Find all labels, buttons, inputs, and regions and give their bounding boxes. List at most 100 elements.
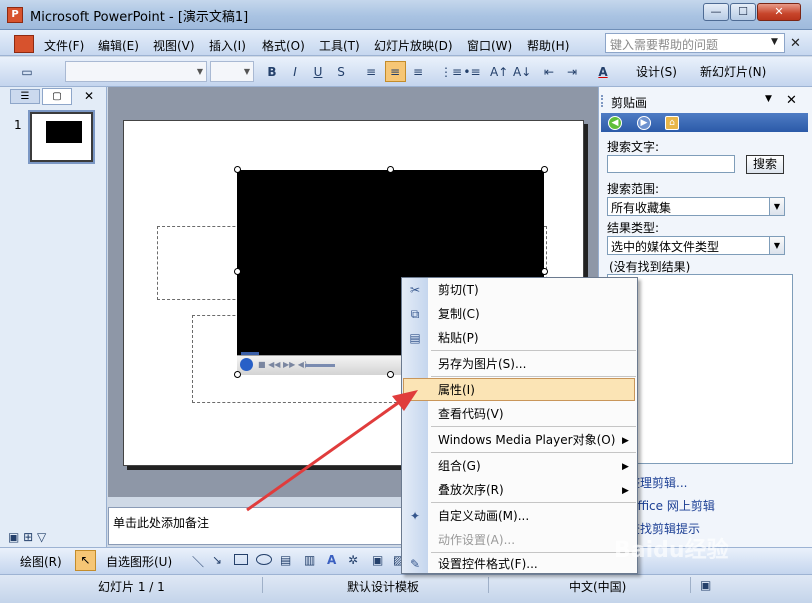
chevron-down-icon[interactable]: ▼ xyxy=(769,198,784,215)
ctx-action-settings: 动作设置(A)... xyxy=(438,533,516,547)
close-window-button[interactable]: ✕ xyxy=(757,3,801,21)
menu-file[interactable]: 文件(F) xyxy=(44,37,84,54)
task-pane-menu-icon[interactable]: ▼ xyxy=(765,94,772,104)
bullets-icon[interactable]: •≡ xyxy=(463,63,481,81)
status-divider xyxy=(488,577,489,593)
menu-separator xyxy=(431,350,636,351)
clipart-search-input[interactable] xyxy=(607,155,735,173)
decrease-indent-icon[interactable]: ⇤ xyxy=(540,63,558,81)
search-text-label: 搜索文字: xyxy=(607,140,660,154)
increase-font-icon[interactable]: A↑ xyxy=(490,63,508,81)
home-icon[interactable]: ⌂ xyxy=(665,116,679,130)
pane-grip[interactable] xyxy=(601,95,607,107)
align-right-icon[interactable]: ≡ xyxy=(409,63,427,81)
seek-bar[interactable] xyxy=(241,352,259,355)
office-online-link[interactable]: Office 网上剪辑 xyxy=(628,497,715,514)
chevron-down-icon[interactable]: ▼ xyxy=(769,237,784,254)
wordart-icon[interactable]: A xyxy=(327,553,336,567)
oval-tool-icon[interactable] xyxy=(256,554,272,565)
decrease-font-icon[interactable]: A↓ xyxy=(513,63,531,81)
powerpoint-app-icon[interactable]: P xyxy=(7,7,23,23)
font-size-combo[interactable]: ▼ xyxy=(210,61,254,82)
outline-tab[interactable]: ☰ xyxy=(10,89,40,104)
result-type-select[interactable]: 选中的媒体文件类型 xyxy=(607,236,785,255)
bold-button[interactable]: B xyxy=(263,63,281,81)
select-objects-button[interactable]: ↖ xyxy=(75,550,96,571)
search-scope-select[interactable]: 所有收藏集 xyxy=(607,197,785,216)
design-template-status: 默认设计模板 xyxy=(347,580,420,594)
resize-handle[interactable] xyxy=(234,268,241,275)
arrow-tool-icon[interactable]: ↘ xyxy=(212,553,222,567)
autoshapes-button[interactable]: 自选图形(U) xyxy=(106,553,172,570)
forward-icon[interactable]: ▶ xyxy=(637,116,651,130)
maximize-button[interactable]: ☐ xyxy=(730,3,756,21)
menu-edit[interactable]: 编辑(E) xyxy=(98,37,139,54)
font-name-combo[interactable]: ▼ xyxy=(65,61,207,82)
menu-help[interactable]: 帮助(H) xyxy=(527,37,569,54)
font-color-button[interactable]: A xyxy=(594,63,612,81)
align-left-icon[interactable]: ≡ xyxy=(362,63,380,81)
back-icon[interactable]: ◀ xyxy=(608,116,622,130)
resize-handle[interactable] xyxy=(541,166,548,173)
ctx-wmp-object[interactable]: Windows Media Player对象(O) xyxy=(429,429,637,451)
play-icon[interactable] xyxy=(240,358,253,371)
ctx-format-control[interactable]: 设置控件格式(F)... xyxy=(429,553,637,575)
shadow-button[interactable]: S xyxy=(332,63,350,81)
task-pane-nav-bar xyxy=(601,113,808,132)
line-tool-icon[interactable]: ＼ xyxy=(192,553,204,570)
new-slide-button[interactable]: 新幻灯片(N) xyxy=(700,63,766,80)
resize-handle[interactable] xyxy=(234,371,241,378)
ctx-paste[interactable]: 粘贴(P) xyxy=(429,327,637,349)
document-close-button[interactable]: ✕ xyxy=(790,36,801,51)
submenu-arrow-icon: ▶ xyxy=(622,462,629,472)
ctx-custom-animation[interactable]: 自定义动画(M)... xyxy=(429,505,637,527)
menu-view[interactable]: 视图(V) xyxy=(153,37,195,54)
ctx-cut[interactable]: 剪切(T) xyxy=(429,279,637,301)
ctx-save-as-picture[interactable]: 另存为图片(S)... xyxy=(429,353,637,375)
slides-tab[interactable]: ▢ xyxy=(42,88,72,105)
ctx-order[interactable]: 叠放次序(R) xyxy=(429,479,637,501)
chevron-down-icon[interactable]: ▼ xyxy=(241,62,253,81)
clipart-icon[interactable]: ▣ xyxy=(372,553,383,567)
diagram-icon[interactable]: ✲ xyxy=(348,553,358,567)
increase-indent-icon[interactable]: ⇥ xyxy=(563,63,581,81)
rectangle-tool-icon[interactable] xyxy=(234,554,248,565)
numbering-icon[interactable]: ⋮≡ xyxy=(440,63,462,81)
design-button[interactable]: 设计(S) xyxy=(636,63,677,80)
minimize-button[interactable]: — xyxy=(703,3,729,21)
menu-window[interactable]: 窗口(W) xyxy=(467,37,512,54)
italic-button[interactable]: I xyxy=(286,63,304,81)
ctx-copy[interactable]: 复制(C) xyxy=(429,303,637,325)
watermark: Baidu经验 xyxy=(614,538,729,563)
draw-menu-button[interactable]: 绘图(R) xyxy=(20,553,62,570)
new-document-icon[interactable]: ▭ xyxy=(18,63,36,81)
transport-icons: ■ ◀◀ ▶▶ ◀) xyxy=(258,360,308,369)
underline-button[interactable]: U xyxy=(309,63,327,81)
resize-handle[interactable] xyxy=(387,371,394,378)
format-control-icon: ✎ xyxy=(409,557,421,571)
ctx-view-code[interactable]: 查看代码(V) xyxy=(429,403,637,425)
textbox-tool-icon[interactable]: ▤ xyxy=(280,553,291,567)
ctx-properties[interactable]: 属性(I) xyxy=(429,379,637,401)
menu-tools[interactable]: 工具(T) xyxy=(319,37,360,54)
menu-format[interactable]: 格式(O) xyxy=(262,37,305,54)
custom-animation-icon: ✦ xyxy=(409,509,421,523)
menu-slideshow[interactable]: 幻灯片放映(D) xyxy=(374,37,453,54)
view-buttons[interactable]: ▣ ⊞ ▽ xyxy=(8,530,46,544)
task-pane-close-button[interactable]: ✕ xyxy=(786,93,797,108)
resize-handle[interactable] xyxy=(387,166,394,173)
menu-separator xyxy=(431,502,636,503)
clipart-search-button[interactable]: 搜索 xyxy=(746,155,784,174)
vertical-textbox-icon[interactable]: ▥ xyxy=(304,553,315,567)
help-search-input[interactable]: 键入需要帮助的问题 xyxy=(605,33,785,53)
resize-handle[interactable] xyxy=(541,268,548,275)
ctx-group[interactable]: 组合(G) xyxy=(429,455,637,477)
resize-handle[interactable] xyxy=(234,166,241,173)
spellcheck-icon[interactable]: ▣ xyxy=(700,578,711,592)
chevron-down-icon[interactable]: ▼ xyxy=(194,62,206,81)
help-dropdown-icon[interactable]: ▼ xyxy=(771,37,778,47)
pane-close-button[interactable]: ✕ xyxy=(84,89,94,103)
document-icon[interactable] xyxy=(14,35,34,53)
volume-slider[interactable] xyxy=(305,364,335,367)
menu-insert[interactable]: 插入(I) xyxy=(209,37,246,54)
